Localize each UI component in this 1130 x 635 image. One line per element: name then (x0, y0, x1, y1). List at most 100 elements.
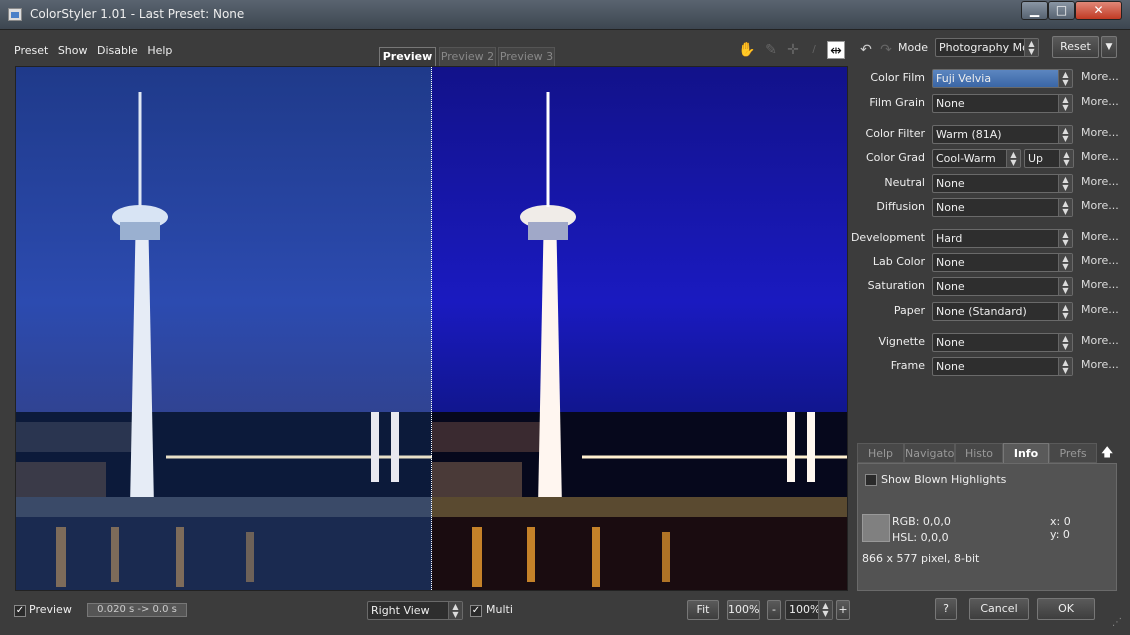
vignette-label: Vignette (878, 335, 925, 348)
color-film-more-link[interactable]: More... (1081, 70, 1119, 83)
paper-label: Paper (893, 304, 925, 317)
menu-disable[interactable]: Disable (97, 44, 138, 57)
diffusion-label: Diffusion (876, 200, 925, 213)
spin-arrows-icon: ▲ ▼ (448, 602, 462, 619)
tab-help[interactable]: Help (857, 443, 904, 463)
vignette-more-link[interactable]: More... (1081, 334, 1119, 347)
zoom-select[interactable]: 100% ▲ ▼ (785, 600, 833, 620)
minimize-button[interactable]: ▁ (1021, 1, 1048, 20)
zoom-in-button[interactable]: + (836, 600, 850, 620)
saturation-more-link[interactable]: More... (1081, 278, 1119, 291)
arrow-up-icon[interactable]: 🡅 (1101, 443, 1115, 464)
pen-icon[interactable]: / (805, 41, 823, 59)
spin-arrows-icon: ▲ ▼ (818, 601, 832, 619)
y-readout: y: 0 (1050, 528, 1070, 541)
preview-label: Preview (29, 603, 72, 616)
hsl-readout: HSL: 0,0,0 (892, 531, 949, 544)
cancel-button[interactable]: Cancel (969, 598, 1029, 620)
vignette-select[interactable]: None ▲ ▼ (932, 333, 1073, 352)
tab-navigator[interactable]: Navigator (904, 443, 959, 463)
saturation-label: Saturation (867, 279, 925, 292)
film-grain-select[interactable]: None ▲ ▼ (932, 94, 1073, 113)
ok-button[interactable]: OK (1037, 598, 1095, 620)
color-film-select[interactable]: Fuji Velvia ▲ ▼ (932, 69, 1073, 88)
paper-select[interactable]: None (Standard) ▲ ▼ (932, 302, 1073, 321)
hand-icon[interactable]: ✋ (738, 41, 756, 59)
image-preview[interactable] (15, 66, 848, 591)
menu-preset[interactable]: Preset (14, 44, 48, 57)
show-blown-checkbox[interactable] (865, 474, 877, 486)
color-grad-direction-value: Up (1028, 152, 1044, 165)
tab-histo[interactable]: Histo (955, 443, 1003, 463)
crosshair-icon[interactable]: ✛ (784, 41, 802, 59)
reset-menu-button[interactable]: ▼ (1101, 36, 1117, 58)
diffusion-value: None (936, 201, 965, 214)
rgb-readout: RGB: 0,0,0 (892, 515, 951, 528)
zoom-100-button[interactable]: 100% (727, 600, 760, 620)
split-divider[interactable] (431, 67, 432, 590)
mode-value: Photography Mod (939, 41, 1036, 54)
film-grain-label: Film Grain (869, 96, 925, 109)
diffusion-select[interactable]: None ▲ ▼ (932, 198, 1073, 217)
tower-scene-styled (432, 92, 847, 590)
color-grad-direction-select[interactable]: Up ▲ ▼ (1024, 149, 1074, 168)
tab-preview-3[interactable]: Preview 3 (498, 47, 555, 66)
saturation-select[interactable]: None ▲ ▼ (932, 277, 1073, 296)
color-grad-select[interactable]: Cool-Warm ▲ ▼ (932, 149, 1021, 168)
tab-preview-2[interactable]: Preview 2 (439, 47, 496, 66)
spin-arrows-icon: ▲ ▼ (1058, 70, 1072, 87)
eyedropper-icon[interactable]: ✎ (762, 41, 780, 59)
preview-checkbox[interactable]: ✓ (14, 605, 26, 617)
frame-select[interactable]: None ▲ ▼ (932, 357, 1073, 376)
color-grad-label: Color Grad (866, 151, 925, 164)
original-image (16, 67, 432, 590)
spin-arrows-icon: ▲ ▼ (1006, 150, 1020, 167)
resize-grip-icon[interactable]: ⋰ (1112, 617, 1122, 628)
mode-label: Mode (898, 41, 928, 54)
menu-help[interactable]: Help (147, 44, 172, 57)
color-swatch (862, 514, 890, 542)
spin-arrows-icon: ▲ ▼ (1058, 126, 1072, 143)
film-grain-more-link[interactable]: More... (1081, 95, 1119, 108)
tab-preview-1[interactable]: Preview 1 (379, 47, 436, 80)
render-time: 0.020 s -> 0.0 s (87, 603, 187, 617)
diffusion-more-link[interactable]: More... (1081, 199, 1119, 212)
menu-show[interactable]: Show (58, 44, 88, 57)
color-filter-select[interactable]: Warm (81A) ▲ ▼ (932, 125, 1073, 144)
mode-select[interactable]: Photography Mod ▲ ▼ (935, 38, 1039, 57)
reset-button[interactable]: Reset (1052, 36, 1099, 58)
app-window: ColorStyler 1.01 - Last Preset: None ▁ □… (0, 0, 1130, 635)
film-grain-value: None (936, 97, 965, 110)
tab-prefs[interactable]: Prefs (1049, 443, 1097, 463)
paper-more-link[interactable]: More... (1081, 303, 1119, 316)
maximize-button[interactable]: □ (1048, 1, 1075, 20)
lab-color-select[interactable]: None ▲ ▼ (932, 253, 1073, 272)
color-film-value: Fuji Velvia (936, 72, 992, 85)
view-select[interactable]: Right View ▲ ▼ (367, 601, 463, 620)
zoom-out-button[interactable]: - (767, 600, 781, 620)
frame-value: None (936, 360, 965, 373)
color-film-label: Color Film (870, 71, 925, 84)
close-button[interactable]: ✕ (1075, 1, 1122, 20)
color-filter-label: Color Filter (865, 127, 925, 140)
color-grad-more-link[interactable]: More... (1081, 150, 1119, 163)
image-dimensions: 866 x 577 pixel, 8-bit (862, 552, 980, 565)
x-readout: x: 0 (1050, 515, 1071, 528)
help-button[interactable]: ? (935, 598, 957, 620)
fit-button[interactable]: Fit (687, 600, 719, 620)
spin-arrows-icon: ▲ ▼ (1058, 175, 1072, 192)
color-grad-value: Cool-Warm (936, 152, 996, 165)
spin-arrows-icon: ▲ ▼ (1059, 150, 1073, 167)
color-filter-more-link[interactable]: More... (1081, 126, 1119, 139)
frame-label: Frame (890, 359, 925, 372)
neutral-more-link[interactable]: More... (1081, 175, 1119, 188)
development-select[interactable]: Hard ▲ ▼ (932, 229, 1073, 248)
tab-info[interactable]: Info (1003, 443, 1049, 464)
multi-checkbox[interactable]: ✓ (470, 605, 482, 617)
lab-color-more-link[interactable]: More... (1081, 254, 1119, 267)
title-bar[interactable]: ColorStyler 1.01 - Last Preset: None ▁ □… (0, 0, 1130, 30)
frame-more-link[interactable]: More... (1081, 358, 1119, 371)
neutral-select[interactable]: None ▲ ▼ (932, 174, 1073, 193)
development-more-link[interactable]: More... (1081, 230, 1119, 243)
spin-arrows-icon: ▲ ▼ (1058, 358, 1072, 375)
